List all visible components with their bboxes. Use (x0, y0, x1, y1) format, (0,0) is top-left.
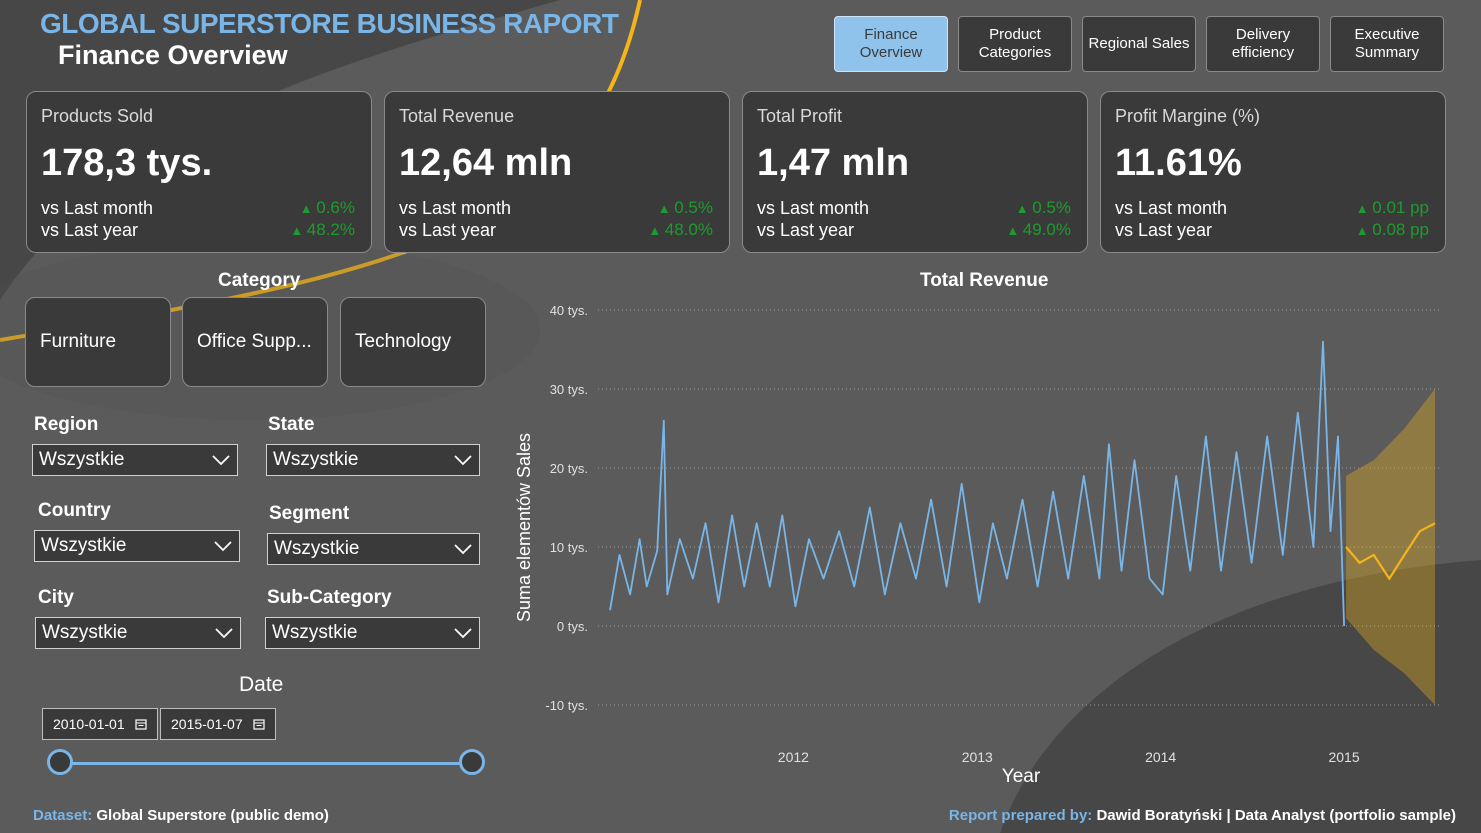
kpi-year-row: vs Last year49.0% (757, 220, 1071, 241)
sub-category-label: Sub-Category (267, 587, 392, 608)
kpi-title: Total Profit (757, 106, 843, 126)
kpi-title: Total Revenue (399, 106, 515, 126)
kpi-year-row: vs Last year48.2% (41, 220, 355, 241)
kpi-month-row: vs Last month0.01 pp (1115, 198, 1429, 219)
kpi-card-products-sold: Products Sold 178,3 tys. vs Last month0.… (26, 91, 372, 253)
sub-category-dropdown[interactable]: Wszystkie (265, 617, 480, 649)
chevron-down-icon (212, 455, 230, 466)
chevron-down-icon (454, 544, 472, 555)
y-tick-label: 10 tys. (550, 540, 588, 555)
actual-revenue-line (609, 340, 1345, 627)
date-range-slider-track[interactable] (60, 762, 473, 765)
city-dropdown[interactable]: Wszystkie (35, 617, 241, 649)
x-tick-label: 2015 (1328, 749, 1359, 765)
kpi-month-change: 0.5% (658, 198, 713, 219)
dataset-footer: Dataset: Global Superstore (public demo) (33, 807, 329, 824)
kpi-value: 1,47 mln (757, 142, 910, 184)
kpi-year-row: vs Last year0.08 pp (1115, 220, 1429, 241)
y-tick-label: 40 tys. (550, 303, 588, 318)
end-date-input[interactable]: 2015-01-07 (160, 708, 276, 740)
nav-delivery-efficiency-button[interactable]: Delivery efficiency (1206, 16, 1320, 72)
kpi-title: Profit Margine (%) (1115, 106, 1261, 126)
kpi-year-change: 0.08 pp (1356, 220, 1429, 241)
country-label: Country (38, 500, 111, 521)
segment-label: Segment (269, 503, 350, 524)
x-axis-title: Year (1002, 766, 1041, 787)
chevron-down-icon (454, 455, 472, 466)
kpi-card-total-revenue: Total Revenue 12,64 mln vs Last month0.5… (384, 91, 730, 253)
kpi-month-row: vs Last month0.5% (757, 198, 1071, 219)
x-tick-label: 2012 (778, 749, 809, 765)
y-tick-label: 30 tys. (550, 382, 588, 397)
y-tick-label: -10 tys. (545, 698, 588, 713)
chevron-down-icon (215, 628, 233, 639)
region-label: Region (34, 414, 99, 435)
report-title: GLOBAL SUPERSTORE BUSINESS RAPORT (40, 8, 619, 39)
chart-title: Total Revenue (920, 270, 1049, 291)
y-tick-label: 20 tys. (550, 461, 588, 476)
kpi-month-row: vs Last month0.5% (399, 198, 713, 219)
category-furniture-button[interactable]: Furniture (25, 297, 171, 387)
kpi-month-change: 0.6% (300, 198, 355, 219)
chevron-down-icon (454, 628, 472, 639)
x-tick-label: 2014 (1145, 749, 1176, 765)
kpi-year-change: 48.0% (648, 220, 713, 241)
category-office-supplies-button[interactable]: Office Supp... (182, 297, 328, 387)
nav-regional-sales-button[interactable]: Regional Sales (1082, 16, 1196, 72)
date-slicer-title: Date (239, 673, 284, 696)
kpi-month-row: vs Last month0.6% (41, 198, 355, 219)
category-technology-button[interactable]: Technology (340, 297, 486, 387)
chevron-down-icon (214, 541, 232, 552)
nav-product-categories-button[interactable]: Product Categories (958, 16, 1072, 72)
forecast-confidence-band (1346, 389, 1435, 705)
kpi-card-profit-margin: Profit Margine (%) 11.61% vs Last month0… (1100, 91, 1446, 253)
segment-dropdown[interactable]: Wszystkie (267, 533, 480, 565)
author-footer: Report prepared by: Dawid Boratyński | D… (948, 807, 1456, 824)
y-tick-label: 0 tys. (557, 619, 588, 634)
category-slicer-title: Category (218, 270, 301, 291)
kpi-month-change: 0.5% (1016, 198, 1071, 219)
state-dropdown[interactable]: Wszystkie (266, 444, 480, 476)
state-label: State (268, 414, 315, 435)
page-title: Finance Overview (58, 40, 288, 70)
kpi-value: 12,64 mln (399, 142, 573, 184)
kpi-year-change: 49.0% (1006, 220, 1071, 241)
kpi-month-change: 0.01 pp (1356, 198, 1429, 219)
kpi-year-row: vs Last year48.0% (399, 220, 713, 241)
region-dropdown[interactable]: Wszystkie (32, 444, 238, 476)
kpi-year-change: 48.2% (290, 220, 355, 241)
nav-executive-summary-button[interactable]: Executive Summary (1330, 16, 1444, 72)
city-label: City (38, 587, 74, 608)
country-dropdown[interactable]: Wszystkie (34, 530, 240, 562)
nav-finance-overview-button[interactable]: Finance Overview (834, 16, 948, 72)
kpi-value: 178,3 tys. (41, 142, 213, 184)
x-tick-label: 2013 (962, 749, 993, 765)
kpi-title: Products Sold (41, 106, 154, 126)
kpi-card-total-profit: Total Profit 1,47 mln vs Last month0.5% … (742, 91, 1088, 253)
date-range-start-handle[interactable] (47, 749, 73, 775)
calendar-icon (135, 719, 147, 730)
date-range-end-handle[interactable] (459, 749, 485, 775)
calendar-icon (253, 719, 265, 730)
start-date-input[interactable]: 2010-01-01 (42, 708, 158, 740)
kpi-value: 11.61% (1115, 142, 1242, 184)
total-revenue-line-chart[interactable]: 40 tys. 30 tys. 20 tys. 10 tys. 0 tys. -10 ty… (510, 295, 1460, 790)
y-axis-title: Suma elementów Sales (514, 433, 534, 622)
